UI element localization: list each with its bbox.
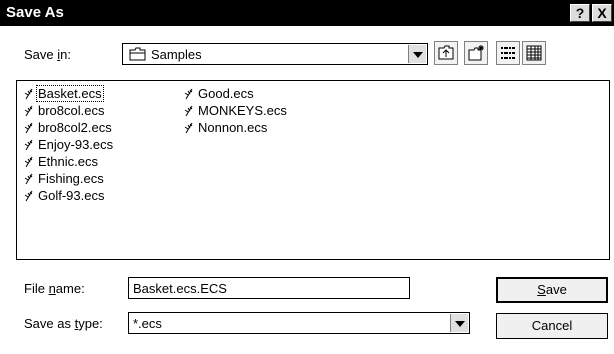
file-list-column-2: Good.ecs MONKEYS.ecs Nonnon.ecs <box>181 85 288 136</box>
file-list-item[interactable]: bro8col2.ecs <box>21 119 114 136</box>
file-name-value: Basket.ecs.ECS <box>133 281 227 296</box>
file-list-item[interactable]: Fishing.ecs <box>21 170 114 187</box>
file-name-label: File name: <box>24 281 85 296</box>
file-icon <box>183 121 195 138</box>
file-list-item[interactable]: bro8col.ecs <box>21 102 114 119</box>
save-as-type-dropdown[interactable]: *.ecs <box>128 312 470 334</box>
file-name-text: bro8col.ecs <box>38 103 105 118</box>
chevron-down-icon <box>455 321 465 327</box>
list-view-button[interactable] <box>496 41 520 65</box>
save-as-type-value: *.ecs <box>133 316 162 331</box>
save-as-dialog: Save As ? X Save in: Samples Basket.ecs … <box>0 0 614 354</box>
file-name-text: Basket.ecs <box>36 85 104 102</box>
file-list-item[interactable]: MONKEYS.ecs <box>181 102 288 119</box>
window-title: Save As <box>6 4 64 21</box>
save-as-type-dropdown-button[interactable] <box>450 314 468 332</box>
file-list-column-1: Basket.ecs bro8col.ecs bro8col2.ecs Enjoy-9… <box>21 85 114 204</box>
file-name-text: Good.ecs <box>198 86 254 101</box>
file-name-text: MONKEYS.ecs <box>198 103 287 118</box>
chevron-down-icon <box>413 52 423 58</box>
file-name-input[interactable]: Basket.ecs.ECS <box>128 277 410 299</box>
file-name-text: Fishing.ecs <box>38 171 104 186</box>
file-list-item[interactable]: Good.ecs <box>181 85 288 102</box>
save-in-label: Save in: <box>24 47 71 62</box>
file-name-text: Ethnic.ecs <box>38 154 98 169</box>
file-list-item[interactable]: Golf-93.ecs <box>21 187 114 204</box>
save-in-value: Samples <box>151 47 202 62</box>
file-name-text: bro8col2.ecs <box>38 120 112 135</box>
save-as-type-label: Save as type: <box>24 316 103 331</box>
folder-icon <box>129 47 147 64</box>
file-list-item[interactable]: Basket.ecs <box>21 85 114 102</box>
file-name-text: Golf-93.ecs <box>38 188 105 203</box>
up-one-level-button[interactable] <box>434 41 458 65</box>
file-list-item[interactable]: Nonnon.ecs <box>181 119 288 136</box>
save-in-dropdown-button[interactable] <box>408 45 426 63</box>
title-bar[interactable]: Save As ? X <box>0 0 614 26</box>
file-name-text: Nonnon.ecs <box>198 120 268 135</box>
cancel-button[interactable]: Cancel <box>496 313 608 339</box>
file-list-item[interactable]: Ethnic.ecs <box>21 153 114 170</box>
help-button[interactable]: ? <box>570 4 590 22</box>
close-button[interactable]: X <box>592 4 612 22</box>
file-list[interactable]: Basket.ecs bro8col.ecs bro8col2.ecs Enjoy-9… <box>16 80 610 260</box>
save-button[interactable]: Save <box>496 277 608 303</box>
file-list-item[interactable]: Enjoy-93.ecs <box>21 136 114 153</box>
details-view-button[interactable] <box>522 41 546 65</box>
file-icon <box>23 189 35 206</box>
save-in-dropdown[interactable]: Samples <box>122 43 428 65</box>
new-folder-button[interactable] <box>464 41 488 65</box>
file-name-text: Enjoy-93.ecs <box>38 137 114 152</box>
